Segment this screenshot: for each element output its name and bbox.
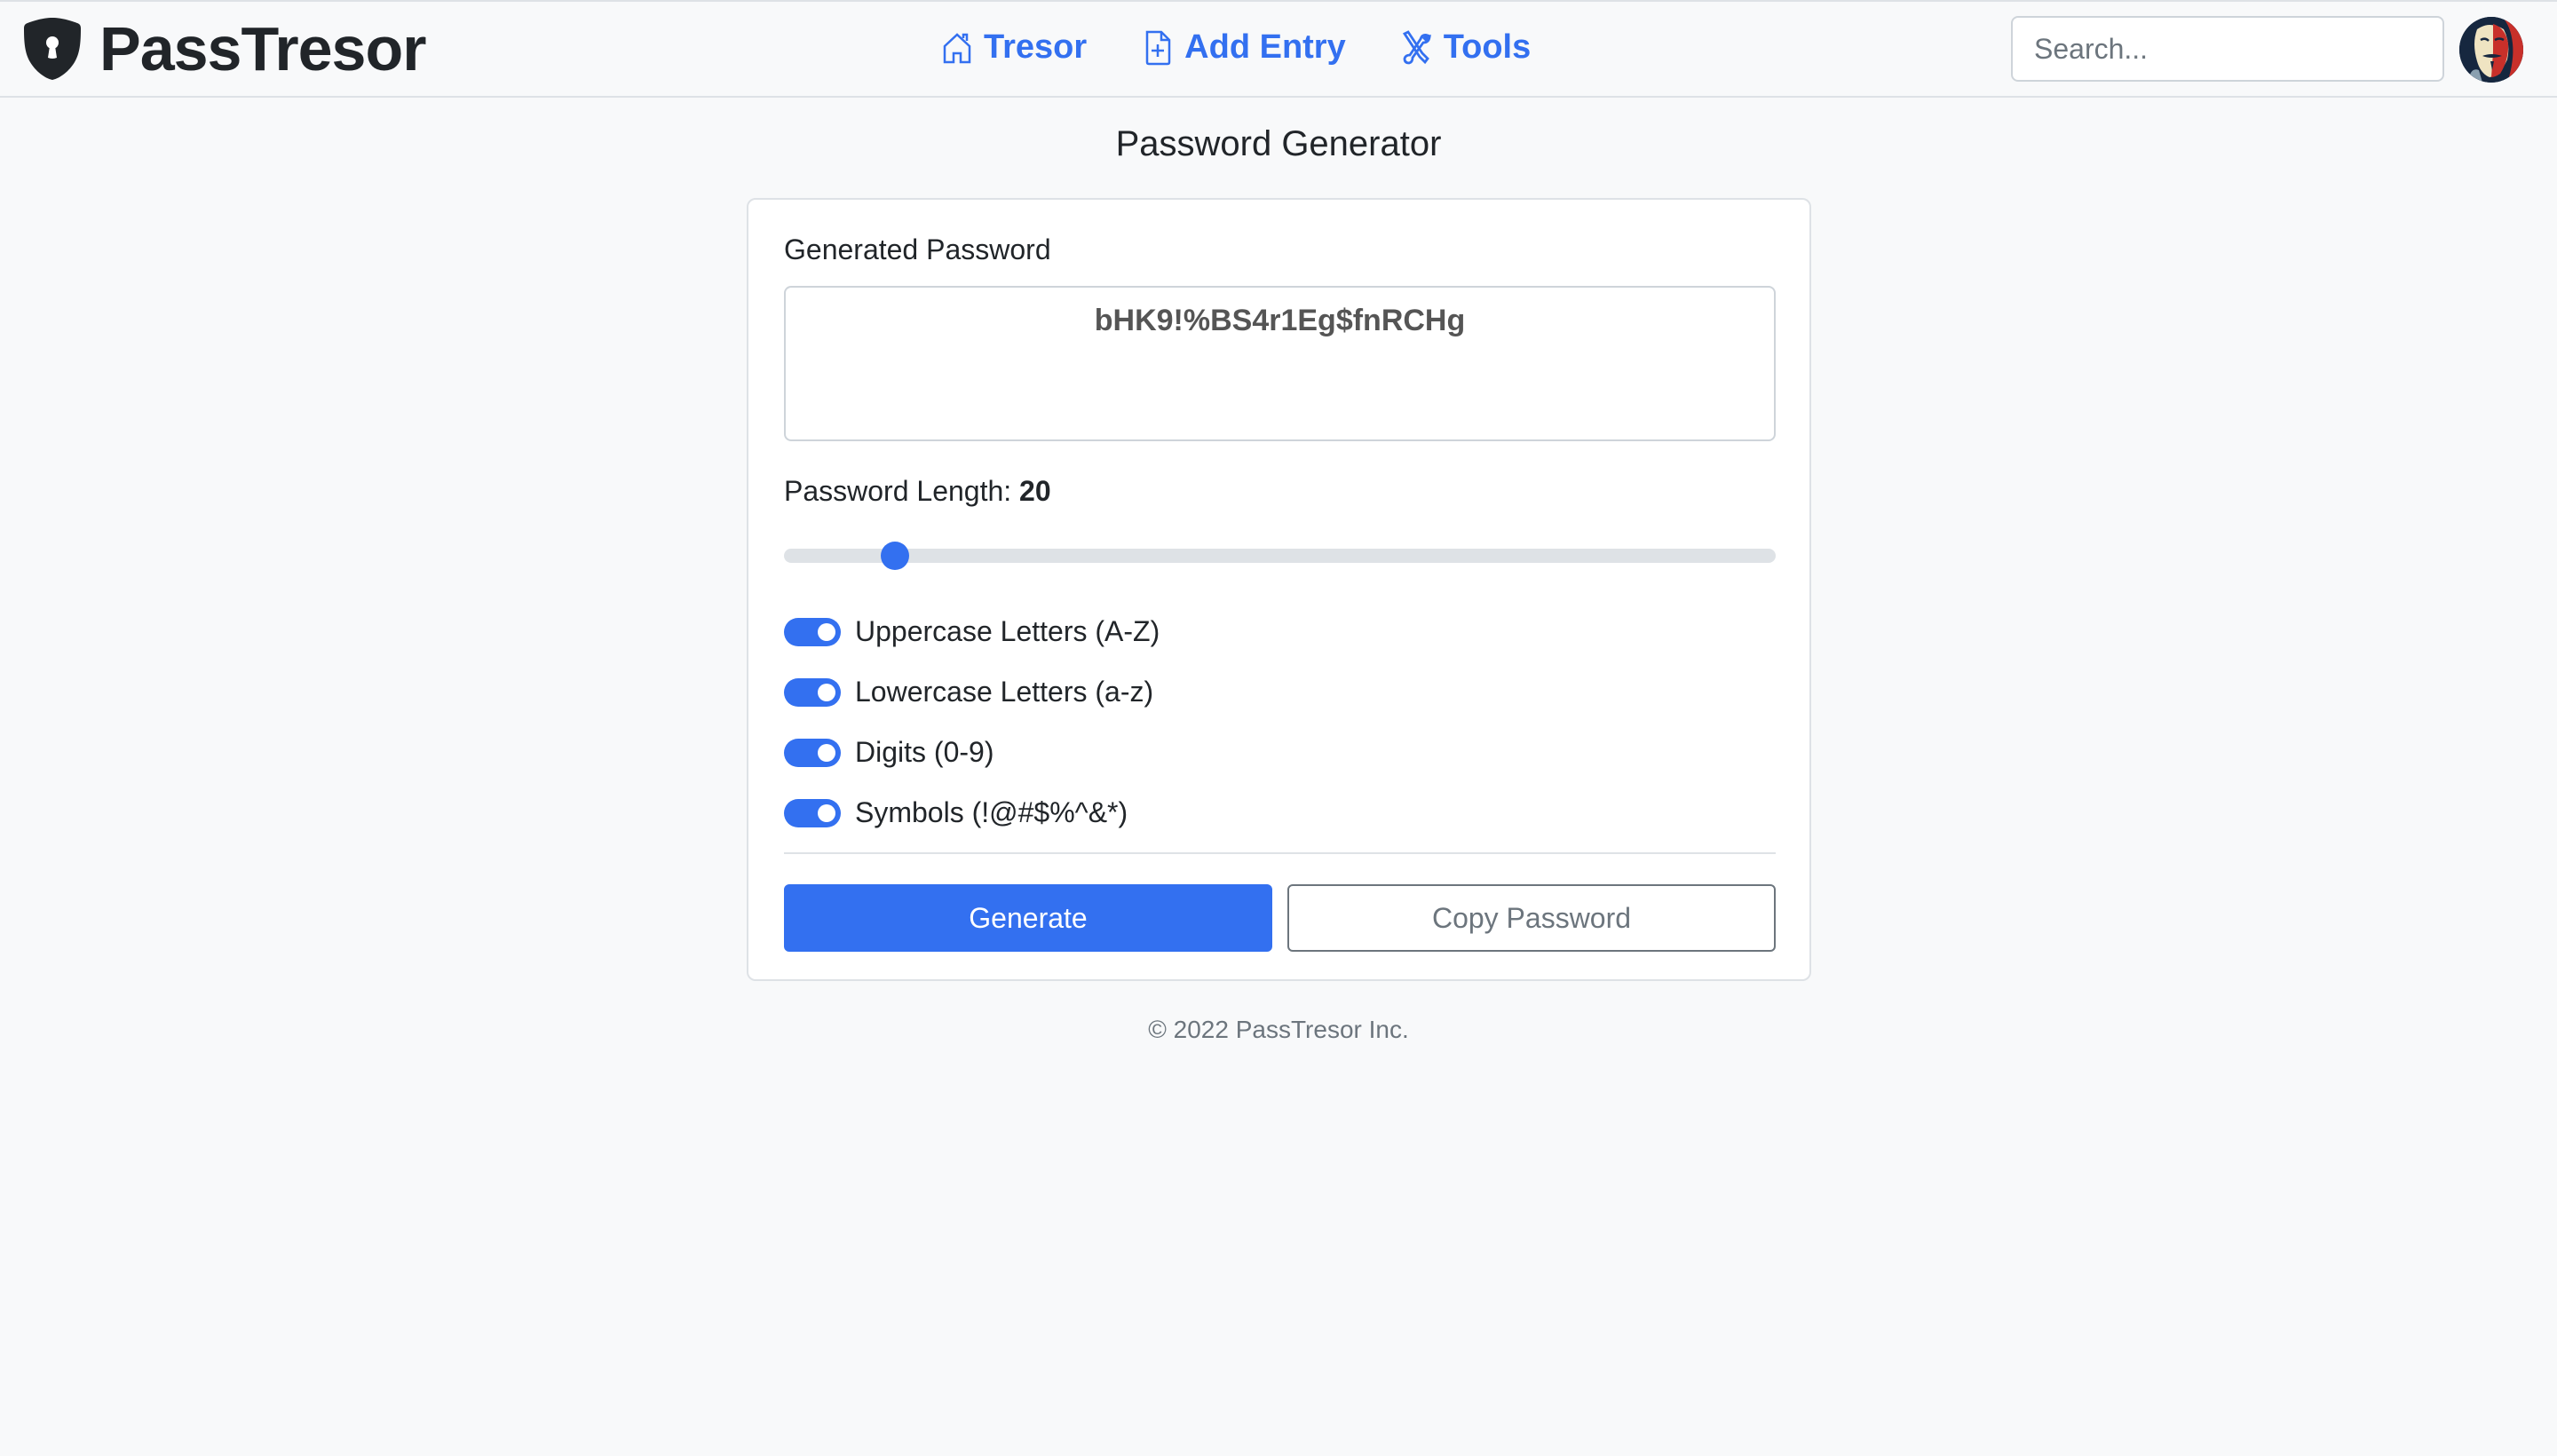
brand[interactable]: PassTresor: [23, 14, 426, 83]
symbols-label: Symbols (!@#$%^&*): [855, 796, 1128, 828]
avatar[interactable]: [2459, 17, 2523, 83]
top-navbar: PassTresor Tresor Add Entry Tools: [0, 0, 2557, 98]
nav-tools[interactable]: Tools: [1401, 28, 1532, 67]
nav-tools-label: Tools: [1443, 28, 1532, 66]
nav-tresor-label: Tresor: [984, 28, 1088, 66]
divider: [784, 852, 1776, 854]
tools-icon: [1402, 29, 1431, 64]
nav-add-entry[interactable]: Add Entry: [1142, 28, 1346, 67]
digits-label: Digits (0-9): [855, 736, 994, 768]
uppercase-label: Uppercase Letters (A-Z): [855, 615, 1160, 647]
generated-password-label: Generated Password: [784, 233, 1051, 265]
slider-thumb[interactable]: [880, 542, 909, 570]
nav-tresor[interactable]: Tresor: [941, 28, 1087, 67]
brand-name: PassTresor: [99, 14, 426, 83]
main-nav: Tresor Add Entry Tools: [941, 28, 1586, 67]
lowercase-toggle[interactable]: [784, 677, 841, 707]
generated-password-field[interactable]: bHK9!%BS4r1Eg$fnRCHg: [784, 286, 1776, 441]
house-icon: [943, 32, 971, 63]
user-avatar-image: [2459, 17, 2523, 83]
option-lowercase[interactable]: Lowercase Letters (a-z): [784, 676, 1153, 708]
password-length-value: 20: [1019, 475, 1051, 507]
footer-copyright: © 2022 PassTresor Inc.: [1148, 1016, 1409, 1043]
shield-keyhole-icon: [24, 18, 81, 80]
search-input[interactable]: [2011, 16, 2444, 82]
copy-password-button[interactable]: Copy Password: [1287, 884, 1776, 952]
slider-track[interactable]: [784, 549, 1776, 563]
generate-button[interactable]: Generate: [784, 884, 1272, 952]
option-symbols[interactable]: Symbols (!@#$%^&*): [784, 796, 1128, 829]
file-plus-icon: [1145, 30, 1171, 65]
password-length-text: Password Length:: [784, 475, 1012, 507]
password-generator-card: Generated Password bHK9!%BS4r1Eg$fnRCHg …: [747, 198, 1811, 981]
symbols-toggle[interactable]: [784, 798, 841, 827]
page-title: Password Generator: [1115, 124, 1442, 163]
uppercase-toggle[interactable]: [784, 617, 841, 646]
password-length-label: Password Length: 20: [784, 475, 1051, 508]
nav-add-entry-label: Add Entry: [1184, 28, 1346, 66]
digits-toggle[interactable]: [784, 738, 841, 767]
password-length-slider[interactable]: [784, 537, 1776, 573]
lowercase-label: Lowercase Letters (a-z): [855, 676, 1154, 708]
option-digits[interactable]: Digits (0-9): [784, 736, 994, 769]
option-uppercase[interactable]: Uppercase Letters (A-Z): [784, 615, 1160, 648]
